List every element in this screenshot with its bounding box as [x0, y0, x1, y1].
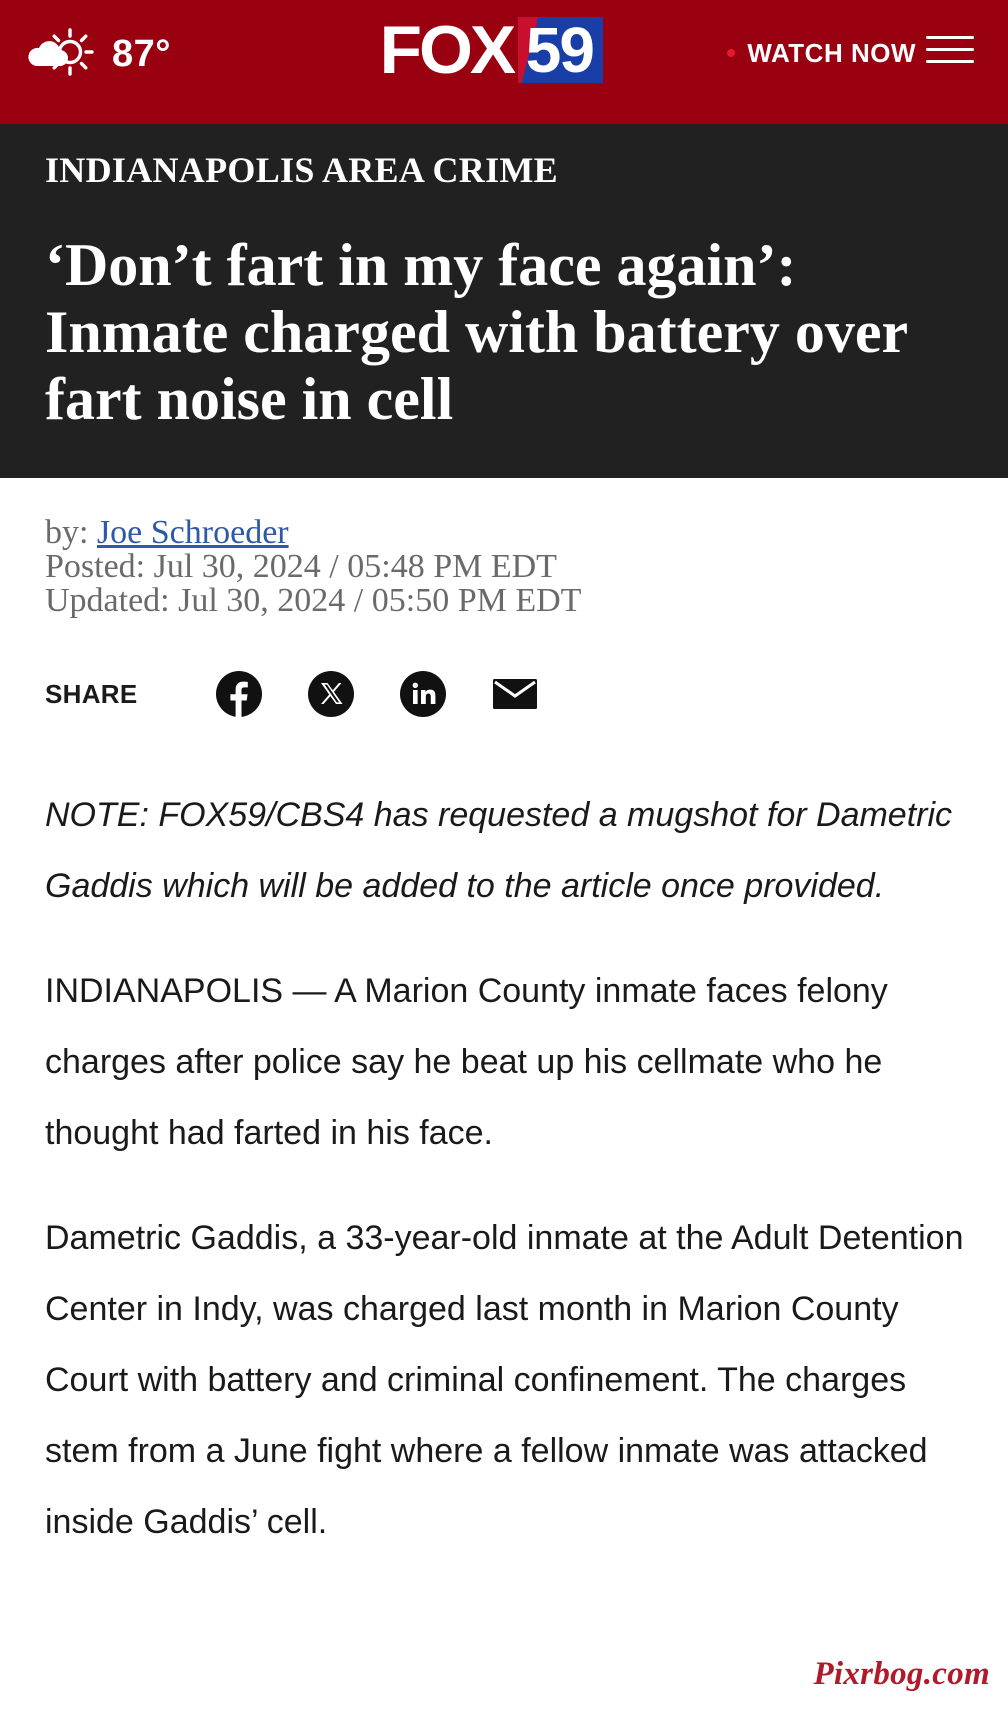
hamburger-menu-icon[interactable] [926, 36, 974, 68]
article-paragraph: INDIANAPOLIS — A Marion County inmate fa… [45, 972, 888, 1152]
site-header: 87° FOX 59 WATCH NOW [0, 0, 1008, 124]
share-label: SHARE [45, 678, 138, 709]
by-label: by: [45, 514, 89, 551]
article-headline: ‘Don’t fart in my face again’: Inmate ch… [45, 232, 908, 432]
weather-widget[interactable]: 87° [26, 26, 171, 83]
category-link[interactable]: INDIANAPOLIS AREA CRIME [45, 149, 558, 191]
author-link[interactable]: Joe Schroeder [97, 514, 289, 551]
partly-sunny-icon [26, 26, 98, 83]
facebook-icon[interactable] [215, 670, 263, 718]
temperature: 87° [112, 32, 171, 75]
logo-channel-number: 59 [517, 17, 603, 83]
posted-date: Posted: Jul 30, 2024 / 05:48 PM EDT [45, 548, 557, 585]
headline-block: INDIANAPOLIS AREA CRIME ‘Don’t fart in m… [0, 124, 1008, 478]
x-icon[interactable] [307, 670, 355, 718]
article-paragraph: Dametric Gaddis, a 33-year-old inmate at… [45, 1219, 964, 1541]
editor-note: NOTE: FOX59/CBS4 has requested a mugshot… [45, 796, 953, 905]
logo-fox-text: FOX [379, 12, 516, 88]
updated-date: Updated: Jul 30, 2024 / 05:50 PM EDT [45, 582, 582, 619]
author-row: by: Joe Schroeder [45, 516, 581, 550]
share-bar: SHARE [45, 668, 583, 720]
watermark: Pixrbog.com [813, 1656, 990, 1692]
article-body: NOTE: FOX59/CBS4 has requested a mugshot… [45, 780, 975, 1592]
byline: by: Joe Schroeder Posted: Jul 30, 2024 /… [45, 516, 581, 618]
email-icon[interactable] [491, 670, 539, 718]
live-dot-icon [727, 49, 736, 57]
watch-now-button[interactable]: WATCH NOW [727, 30, 916, 76]
fox59-logo[interactable]: FOX 59 [379, 12, 603, 88]
watch-now-label: WATCH NOW [747, 37, 916, 68]
linkedin-icon[interactable] [399, 670, 447, 718]
